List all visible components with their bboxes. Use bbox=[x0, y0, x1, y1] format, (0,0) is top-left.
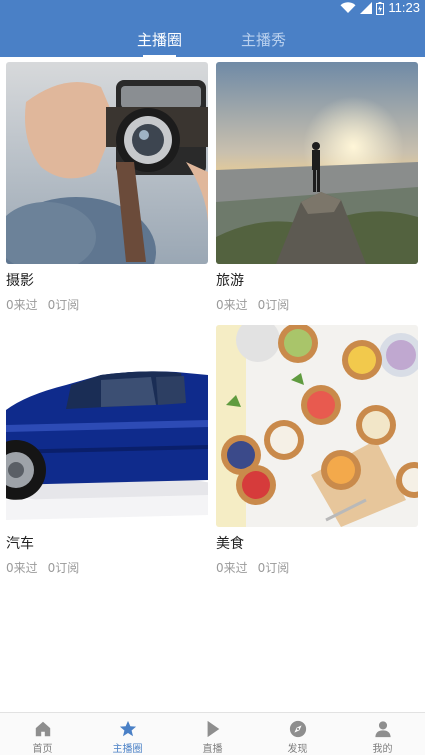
category-stats: 0来过 0订阅 bbox=[6, 296, 79, 313]
visit-count: 0来过 bbox=[6, 561, 38, 575]
wifi-icon bbox=[340, 2, 356, 14]
category-card-cars[interactable]: 汽车 0来过 0订阅 bbox=[6, 325, 208, 575]
play-icon bbox=[207, 720, 219, 738]
nav-discover[interactable]: 发现 bbox=[255, 713, 340, 755]
subscribe-count: 0订阅 bbox=[47, 298, 80, 312]
status-bar: 11:23 bbox=[340, 0, 425, 16]
category-card-food[interactable]: 美食 0来过 0订阅 bbox=[216, 325, 418, 575]
category-card-photography[interactable]: 摄影 0来过 0订阅 bbox=[6, 62, 208, 312]
compass-icon bbox=[289, 720, 306, 738]
nav-label: 我的 bbox=[372, 744, 393, 755]
nav-label: 主播圈 bbox=[112, 744, 143, 755]
nav-home[interactable]: 首页 bbox=[0, 713, 85, 755]
subscribe-count: 0订阅 bbox=[257, 561, 290, 575]
category-title: 汽车 bbox=[6, 536, 34, 552]
tab-anchor-circle[interactable]: 主播圈 bbox=[137, 29, 182, 50]
app-header: 11:23 主播圈 主播秀 bbox=[0, 0, 425, 57]
subscribe-count: 0订阅 bbox=[257, 298, 290, 312]
category-stats: 0来过 0订阅 bbox=[6, 559, 79, 576]
visit-count: 0来过 bbox=[216, 298, 248, 312]
nav-label: 首页 bbox=[32, 744, 53, 755]
nav-profile[interactable]: 我的 bbox=[340, 713, 425, 755]
battery-icon bbox=[376, 1, 385, 15]
category-title: 旅游 bbox=[216, 273, 244, 289]
subscribe-count: 0订阅 bbox=[47, 561, 80, 575]
signal-icon bbox=[360, 2, 373, 14]
bottom-nav: 首页 主播圈 直播 发现 我的 bbox=[0, 712, 425, 755]
person-icon bbox=[374, 721, 391, 738]
blue-car-photo bbox=[6, 325, 208, 527]
nav-label: 直播 bbox=[202, 744, 223, 755]
camera-photo bbox=[6, 62, 208, 264]
category-stats: 0来过 0订阅 bbox=[216, 559, 289, 576]
mountain-sunset-photo bbox=[216, 62, 418, 264]
category-card-travel[interactable]: 旅游 0来过 0订阅 bbox=[216, 62, 418, 312]
visit-count: 0来过 bbox=[216, 561, 248, 575]
visit-count: 0来过 bbox=[6, 298, 38, 312]
home-icon bbox=[35, 721, 50, 737]
category-title: 美食 bbox=[216, 536, 244, 552]
status-time: 11:23 bbox=[388, 0, 420, 15]
nav-live[interactable]: 直播 bbox=[170, 713, 255, 755]
category-title: 摄影 bbox=[6, 273, 34, 289]
fruit-tarts-photo bbox=[216, 325, 418, 527]
tab-anchor-show[interactable]: 主播秀 bbox=[241, 29, 286, 50]
category-stats: 0来过 0订阅 bbox=[216, 296, 289, 313]
active-tab-indicator bbox=[143, 55, 176, 57]
star-icon bbox=[119, 720, 136, 737]
nav-anchor-circle[interactable]: 主播圈 bbox=[85, 713, 170, 755]
nav-label: 发现 bbox=[287, 744, 308, 755]
top-tabs: 主播圈 主播秀 bbox=[0, 24, 425, 57]
